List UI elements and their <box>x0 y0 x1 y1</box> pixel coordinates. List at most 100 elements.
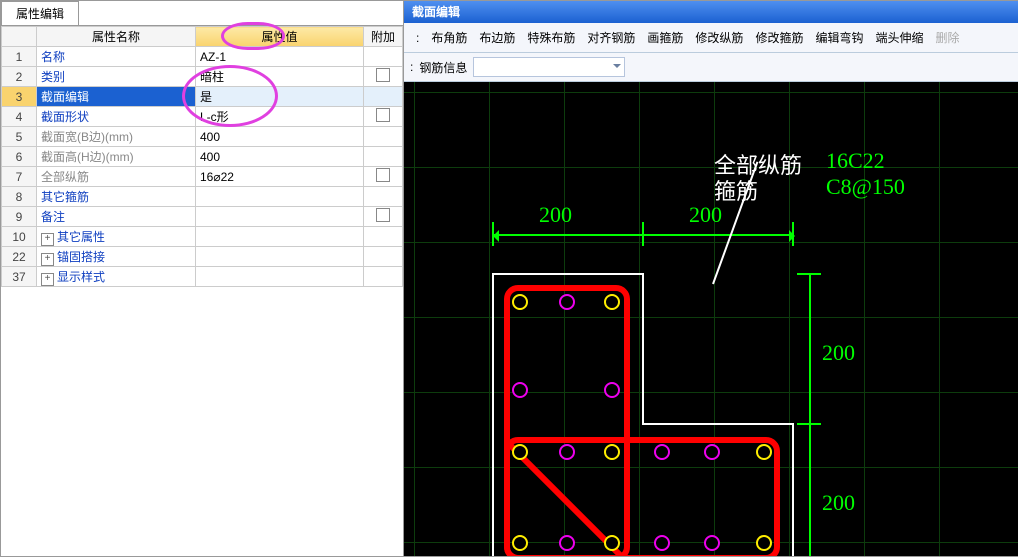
prop-extra[interactable] <box>364 127 403 147</box>
prop-extra[interactable] <box>364 67 403 87</box>
prop-extra[interactable] <box>364 147 403 167</box>
prop-name: 备注 <box>37 207 196 227</box>
label-stirrup: 箍筋 <box>714 174 758 206</box>
prop-value[interactable] <box>196 227 364 247</box>
prop-extra[interactable] <box>364 107 403 127</box>
prop-extra[interactable] <box>364 247 403 267</box>
row-number: 22 <box>2 247 37 267</box>
expand-icon[interactable]: + <box>41 253 54 266</box>
prop-extra[interactable] <box>364 207 403 227</box>
dim-tick <box>797 423 821 425</box>
row-number: 7 <box>2 167 37 187</box>
table-row[interactable]: 4截面形状L-c形 <box>2 107 403 127</box>
tool-special-bar[interactable]: 特殊布筋 <box>521 27 581 48</box>
section-edit-panel: 截面编辑 : 布角筋 布边筋 特殊布筋 对齐钢筋 画箍筋 修改纵筋 修改箍筋 编… <box>404 1 1018 556</box>
prop-value[interactable] <box>196 187 364 207</box>
rebar-dot[interactable] <box>756 535 772 551</box>
tool-mod-stirrup[interactable]: 修改箍筋 <box>749 27 809 48</box>
section-canvas[interactable]: 200 200 200 200 全 <box>404 82 1018 556</box>
panel-title: 截面编辑 <box>404 1 1018 23</box>
rebar-dot[interactable] <box>512 444 528 460</box>
rebar-dot[interactable] <box>559 444 575 460</box>
tool-draw-stirrup[interactable]: 画箍筋 <box>641 27 689 48</box>
rebar-dot[interactable] <box>654 535 670 551</box>
tab-bar: 属性编辑 <box>1 1 403 26</box>
tool-mod-long[interactable]: 修改纵筋 <box>689 27 749 48</box>
rebar-dot[interactable] <box>559 535 575 551</box>
prop-name: 名称 <box>37 47 196 67</box>
checkbox-icon[interactable] <box>376 168 390 182</box>
prop-name: 其它箍筋 <box>37 187 196 207</box>
prop-value[interactable]: 16⌀22 <box>196 167 364 187</box>
label-val2: C8@150 <box>826 174 905 200</box>
prop-extra[interactable] <box>364 267 403 287</box>
property-grid[interactable]: 属性名称 属性值 附加 1名称AZ-12类别暗柱3截面编辑是4截面形状L-c形5… <box>1 26 403 556</box>
prop-extra[interactable] <box>364 47 403 67</box>
tool-delete[interactable]: 删除 <box>929 27 965 48</box>
table-row[interactable]: 2类别暗柱 <box>2 67 403 87</box>
row-number: 3 <box>2 87 37 107</box>
prop-name: 截面宽(B边)(mm) <box>37 127 196 147</box>
rebar-dot[interactable] <box>604 535 620 551</box>
tool-align-bar[interactable]: 对齐钢筋 <box>581 27 641 48</box>
table-row[interactable]: 9备注 <box>2 207 403 227</box>
prop-name: +锚固搭接 <box>37 247 196 267</box>
checkbox-icon[interactable] <box>376 208 390 222</box>
rebar-dot[interactable] <box>512 294 528 310</box>
rebar-dot[interactable] <box>512 382 528 398</box>
prop-value[interactable]: L-c形 <box>196 107 364 127</box>
table-row[interactable]: 8其它箍筋 <box>2 187 403 207</box>
rebar-dot[interactable] <box>654 444 670 460</box>
prop-name: +其它属性 <box>37 227 196 247</box>
section-outline <box>642 423 792 425</box>
dim-right-line <box>809 273 811 556</box>
col-name: 属性名称 <box>37 27 196 47</box>
tool-edit-hook[interactable]: 编辑弯钩 <box>809 27 869 48</box>
prop-extra[interactable] <box>364 87 403 107</box>
tool-edge-bar[interactable]: 布边筋 <box>473 27 521 48</box>
table-row[interactable]: 5截面宽(B边)(mm)400 <box>2 127 403 147</box>
table-row[interactable]: 22+锚固搭接 <box>2 247 403 267</box>
prop-value[interactable] <box>196 207 364 227</box>
row-number: 9 <box>2 207 37 227</box>
table-row[interactable]: 3截面编辑是 <box>2 87 403 107</box>
prop-value[interactable]: 是 <box>196 87 364 107</box>
rebar-dot[interactable] <box>704 444 720 460</box>
col-extra: 附加 <box>364 27 403 47</box>
prop-value[interactable] <box>196 267 364 287</box>
prop-extra[interactable] <box>364 167 403 187</box>
prop-extra[interactable] <box>364 187 403 207</box>
row-number: 2 <box>2 67 37 87</box>
rebar-dot[interactable] <box>604 444 620 460</box>
row-number: 6 <box>2 147 37 167</box>
table-row[interactable]: 37+显示样式 <box>2 267 403 287</box>
prop-value[interactable]: 暗柱 <box>196 67 364 87</box>
table-row[interactable]: 7全部纵筋16⌀22 <box>2 167 403 187</box>
rebar-dot[interactable] <box>704 535 720 551</box>
table-row[interactable]: 6截面高(H边)(mm)400 <box>2 147 403 167</box>
rebar-dot[interactable] <box>604 294 620 310</box>
prop-value[interactable] <box>196 247 364 267</box>
rebar-dot[interactable] <box>756 444 772 460</box>
expand-icon[interactable]: + <box>41 233 54 246</box>
table-row[interactable]: 1名称AZ-1 <box>2 47 403 67</box>
table-row[interactable]: 10+其它属性 <box>2 227 403 247</box>
checkbox-icon[interactable] <box>376 108 390 122</box>
checkbox-icon[interactable] <box>376 68 390 82</box>
prop-value[interactable]: 400 <box>196 127 364 147</box>
tool-end-ext[interactable]: 端头伸缩 <box>869 27 929 48</box>
rebar-dot[interactable] <box>559 294 575 310</box>
prop-extra[interactable] <box>364 227 403 247</box>
row-number: 1 <box>2 47 37 67</box>
prop-value[interactable]: AZ-1 <box>196 47 364 67</box>
rebar-dot[interactable] <box>512 535 528 551</box>
stirrup-horizontal[interactable] <box>504 437 780 556</box>
tool-corner-bar[interactable]: 布角筋 <box>425 27 473 48</box>
expand-icon[interactable]: + <box>41 273 54 286</box>
label-val1: 16C22 <box>826 148 885 174</box>
tab-property-edit[interactable]: 属性编辑 <box>1 1 79 25</box>
col-index <box>2 27 37 47</box>
prop-value[interactable]: 400 <box>196 147 364 167</box>
rebar-info-combo[interactable] <box>473 57 625 77</box>
rebar-dot[interactable] <box>604 382 620 398</box>
